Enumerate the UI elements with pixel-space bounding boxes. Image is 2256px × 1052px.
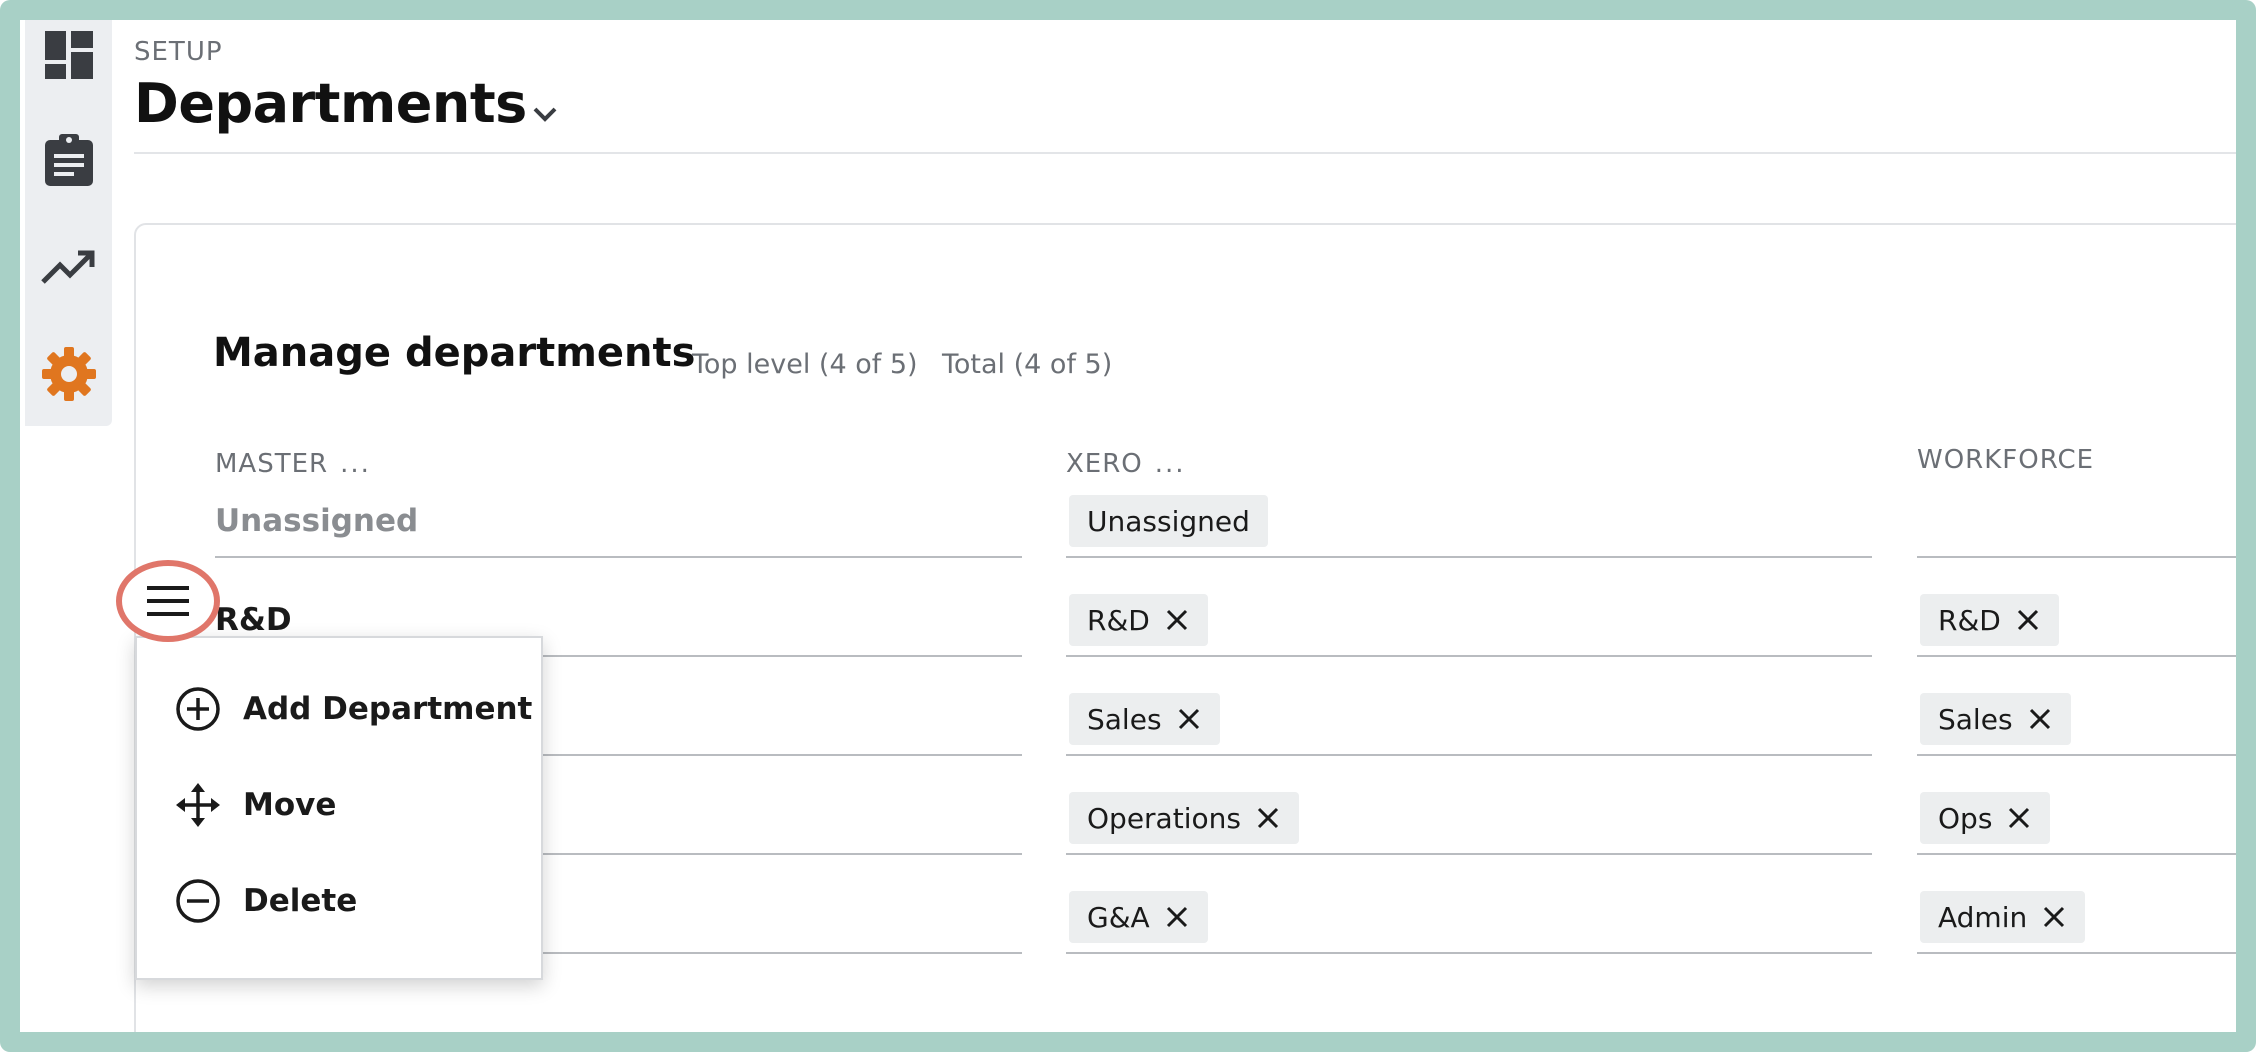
- total-count: Total (4 of 5): [942, 349, 1113, 380]
- breadcrumb: SETUP: [134, 37, 223, 67]
- hamburger-menu-icon: [147, 586, 189, 616]
- workforce-chip: Sales: [1920, 693, 2071, 745]
- gear-icon[interactable]: [25, 339, 112, 409]
- chip-label: Sales: [1087, 702, 1162, 736]
- column-label: WORKFORCE: [1917, 445, 2095, 475]
- close-icon[interactable]: [2015, 607, 2041, 633]
- close-icon[interactable]: [1255, 805, 1281, 831]
- menu-item-add-department[interactable]: Add Department: [175, 686, 532, 732]
- column-label: MASTER: [215, 449, 329, 479]
- xero-chip: R&D: [1069, 594, 1208, 646]
- close-icon[interactable]: [1176, 706, 1202, 732]
- chip-label: Operations: [1087, 801, 1241, 835]
- more-options-icon[interactable]: ...: [1155, 449, 1186, 479]
- close-icon[interactable]: [2006, 805, 2032, 831]
- workforce-chip: R&D: [1920, 594, 2059, 646]
- row-menu-button[interactable]: [116, 560, 220, 642]
- close-icon[interactable]: [1164, 904, 1190, 930]
- row-divider: [1066, 655, 1872, 657]
- column-header-xero: XERO...: [1066, 449, 1186, 479]
- page-title: Departments: [134, 72, 527, 135]
- menu-item-label: Delete: [243, 883, 358, 919]
- section-title: Manage departments: [213, 330, 696, 376]
- trending-up-icon[interactable]: [25, 232, 112, 302]
- chip-label: Unassigned: [1087, 504, 1250, 538]
- close-icon[interactable]: [2041, 904, 2067, 930]
- xero-chip: Unassigned: [1069, 495, 1268, 547]
- column-header-master: MASTER...: [215, 449, 371, 479]
- xero-chip: G&A: [1069, 891, 1208, 943]
- minus-circle-icon: [176, 879, 220, 923]
- top-level-count: Top level (4 of 5): [692, 349, 918, 380]
- xero-chip: Sales: [1069, 693, 1220, 745]
- header-divider: [134, 152, 2236, 154]
- nav-rail: [25, 20, 112, 426]
- close-icon[interactable]: [2027, 706, 2053, 732]
- column-header-workforce: WORKFORCE: [1917, 445, 2094, 475]
- workforce-chip: Admin: [1920, 891, 2086, 943]
- chip-label: R&D: [1087, 603, 1150, 637]
- row-divider: [1066, 952, 1872, 954]
- row-divider: [1066, 853, 1872, 855]
- chevron-down-icon[interactable]: [525, 95, 565, 135]
- row-divider: [1917, 754, 2236, 756]
- row-divider: [1917, 556, 2236, 558]
- menu-item-delete[interactable]: Delete: [175, 878, 357, 924]
- menu-item-label: Add Department: [243, 691, 533, 727]
- chip-label: Sales: [1938, 702, 2013, 736]
- more-options-icon[interactable]: ...: [340, 449, 371, 479]
- chip-label: G&A: [1087, 900, 1150, 934]
- xero-chip: Operations: [1069, 792, 1299, 844]
- chip-label: Admin: [1938, 900, 2028, 934]
- row-divider: [1917, 655, 2236, 657]
- row-action-menu: Add Department Move Delete: [135, 636, 543, 980]
- menu-item-move[interactable]: Move: [175, 782, 336, 828]
- master-cell: Unassigned: [215, 503, 419, 539]
- clipboard-icon[interactable]: [25, 125, 112, 195]
- move-arrows-icon: [176, 783, 220, 827]
- row-divider: [1917, 952, 2236, 954]
- plus-circle-icon: [176, 687, 220, 731]
- row-divider: [1066, 754, 1872, 756]
- row-divider: [215, 556, 1022, 558]
- master-cell: R&D: [215, 602, 292, 638]
- row-divider: [1066, 556, 1872, 558]
- column-label: XERO: [1066, 449, 1143, 479]
- workforce-chip: Ops: [1920, 792, 2051, 844]
- chip-label: Ops: [1938, 801, 1993, 835]
- close-icon[interactable]: [1164, 607, 1190, 633]
- chip-label: R&D: [1938, 603, 2001, 637]
- dashboard-icon[interactable]: [25, 20, 112, 90]
- row-divider: [1917, 853, 2236, 855]
- menu-item-label: Move: [243, 787, 337, 823]
- app-frame: SETUP Departments Manage departments Top…: [0, 0, 2256, 1052]
